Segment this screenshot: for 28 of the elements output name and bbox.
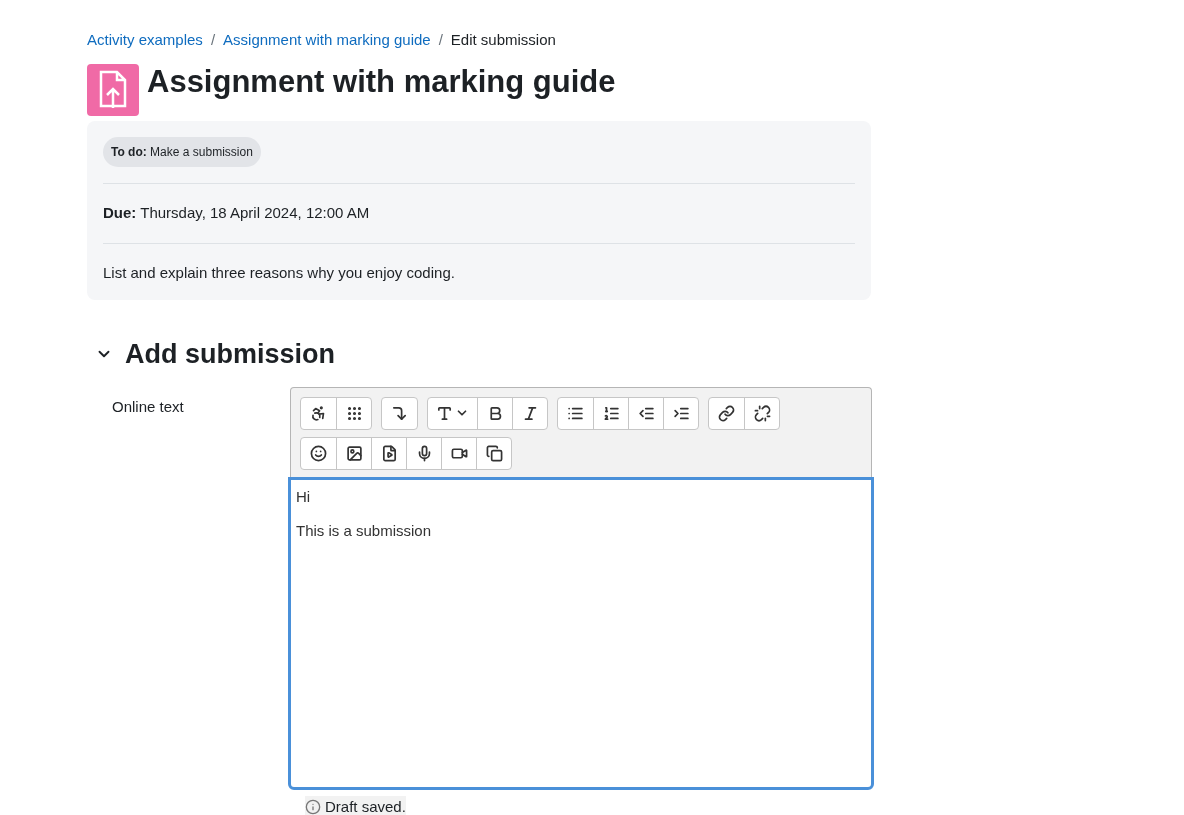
arrow-down-icon [391,404,408,422]
breadcrumb-link[interactable]: Assignment with marking guide [223,28,431,52]
smiley-icon [310,444,327,462]
unlink-icon [753,404,771,422]
info-icon [305,798,321,815]
section-title: Add submission [125,338,335,371]
todo-badge: To do: Make a submission [103,137,261,167]
text-editor[interactable]: Hi This is a submission [288,476,874,790]
field-label: Online text [112,397,184,415]
page-title: Assignment with marking guide [147,64,616,100]
accessibility-icon [310,404,327,422]
due-date: Due: Thursday, 18 April 2024, 12:00 AM [103,203,371,223]
image-icon [345,444,363,462]
assignment-icon [87,64,139,116]
font-icon [436,404,453,422]
media-file-icon [380,444,398,462]
assignment-description: List and explain three reasons why you enjoy coding. [103,262,456,283]
link-icon [718,404,735,422]
editor-paragraph: Hi [296,486,312,507]
numbered-list-icon [602,404,620,422]
breadcrumb-separator: / [210,29,216,50]
copy-icon [485,444,503,462]
status-text: Draft saved. [325,796,406,815]
dot-grid-icon [345,404,363,422]
editor-paragraph: This is a submission [296,521,433,541]
breadcrumb-current: Edit submission [450,29,556,50]
breadcrumb-separator: / [438,29,443,50]
breadcrumb-link[interactable]: Activity examples [87,28,203,52]
